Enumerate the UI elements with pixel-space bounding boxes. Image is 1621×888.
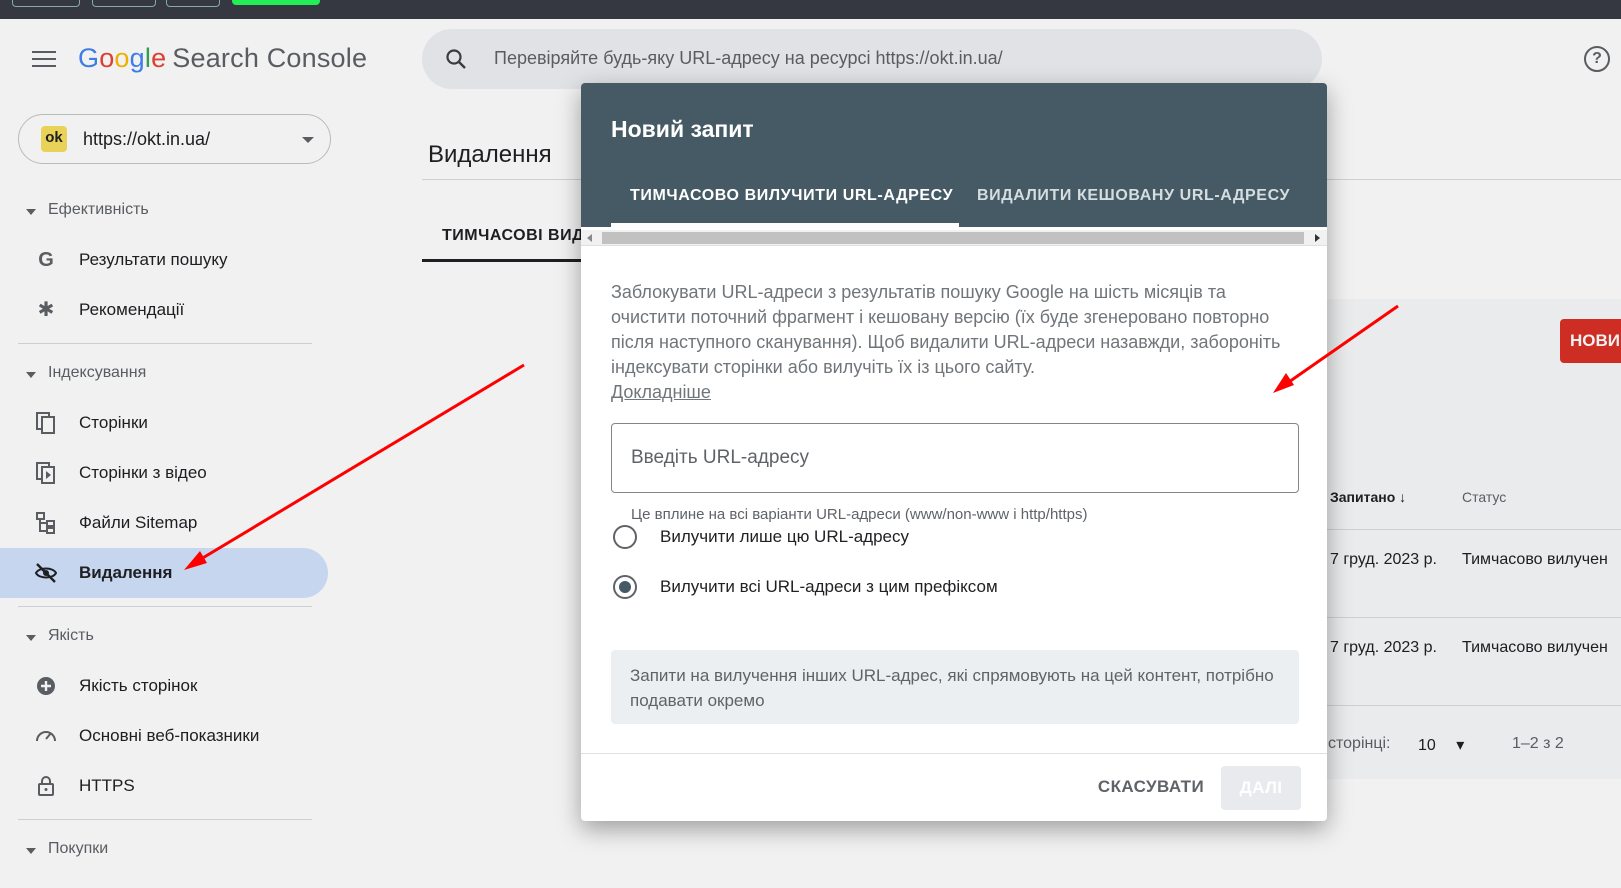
- info-note: Запити на вилучення інших URL-адрес, які…: [611, 650, 1299, 724]
- bookmark-tab[interactable]: [92, 0, 156, 7]
- radio-button-checked[interactable]: [613, 575, 637, 599]
- bookmark-tab[interactable]: [166, 0, 220, 7]
- url-input[interactable]: [611, 423, 1299, 493]
- tab-temporarily-remove-url[interactable]: ТИМЧАСОВО ВИЛУЧИТИ URL-АДРЕСУ: [630, 187, 953, 205]
- next-button[interactable]: ДАЛІ: [1221, 766, 1301, 810]
- url-hint: Це вплине на всі варіанти URL-адреси (ww…: [631, 506, 1088, 523]
- scroll-right-arrow-icon[interactable]: [1315, 234, 1320, 242]
- bookmarks-bar: [0, 0, 1621, 19]
- bookmark-tab[interactable]: [12, 0, 80, 7]
- dialog-description: Заблокувати URL-адреси з результатів пош…: [611, 280, 1291, 405]
- new-request-dialog: Новий запит ТИМЧАСОВО ВИЛУЧИТИ URL-АДРЕС…: [581, 83, 1327, 821]
- tab-clear-cached-url[interactable]: ВИДАЛИТИ КЕШОВАНУ URL-АДРЕСУ: [977, 187, 1290, 205]
- cancel-button[interactable]: СКАСУВАТИ: [1089, 767, 1213, 807]
- description-text: Заблокувати URL-адреси з результатів пош…: [611, 282, 1281, 377]
- dialog-title: Новий запит: [611, 116, 754, 142]
- dialog-header: Новий запит ТИМЧАСОВО ВИЛУЧИТИ URL-АДРЕС…: [581, 83, 1327, 227]
- bookmark-tab[interactable]: [232, 0, 320, 5]
- radio-label: Вилучити лише цю URL-адресу: [660, 527, 910, 546]
- radio-button-unchecked[interactable]: [613, 525, 637, 549]
- learn-more-link[interactable]: Докладніше: [611, 382, 711, 402]
- active-tab-indicator: [611, 223, 959, 227]
- scroll-left-arrow-icon[interactable]: [587, 234, 592, 242]
- scrollbar-thumb[interactable]: [602, 232, 1304, 244]
- radio-label: Вилучити всі URL-адреси з цим префіксом: [660, 577, 998, 596]
- divider: [581, 753, 1327, 754]
- horizontal-scrollbar[interactable]: [581, 230, 1327, 246]
